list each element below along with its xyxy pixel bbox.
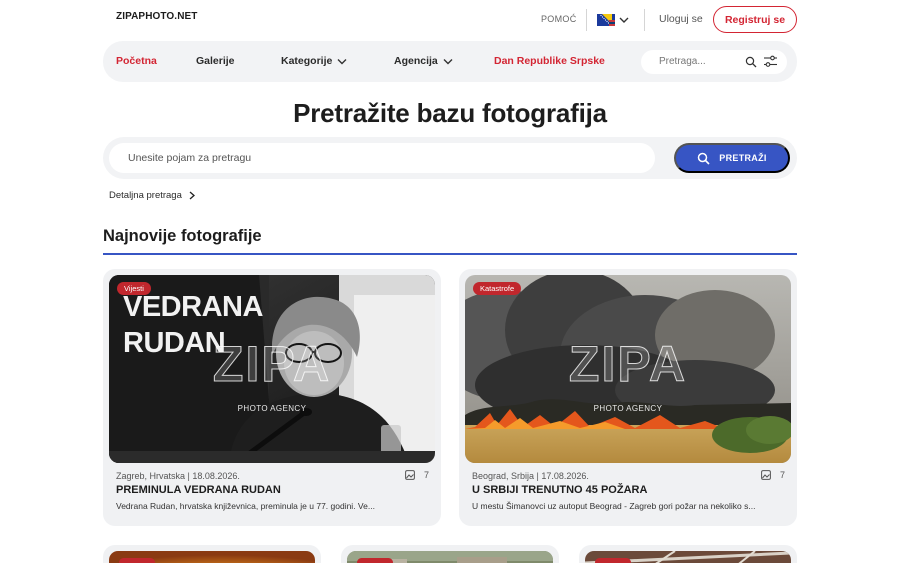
watermark-subtitle: PHOTO AGENCY	[593, 404, 663, 413]
chevron-right-icon	[189, 191, 195, 200]
nav-item-home[interactable]: Početna	[116, 55, 157, 67]
photo-card[interactable]	[341, 545, 559, 563]
nav-search-box[interactable]: Pretraga...	[641, 50, 787, 74]
site-logo[interactable]: ZIPAPHOTO.NET	[116, 11, 198, 22]
advanced-search-label: Detaljna pretraga	[109, 190, 182, 201]
category-badge[interactable]	[119, 558, 155, 563]
photo-title[interactable]: PREMINULA VEDRANA RUDAN	[116, 484, 281, 496]
photo-title[interactable]: U SRBIJI TRENUTNO 45 POŽARA	[472, 484, 647, 496]
nav-item-galleries[interactable]: Galerije	[196, 55, 235, 67]
main-nav: Početna Galerije Kategorije Agencija Dan…	[103, 41, 797, 82]
photo-count-value: 7	[423, 470, 429, 480]
category-badge[interactable]	[357, 558, 393, 563]
nav-item-label: Dan Republike Srpske	[494, 55, 605, 67]
watermark-logo: ZIPA	[568, 336, 688, 393]
gallery-icon	[761, 470, 771, 480]
language-selector[interactable]	[597, 12, 635, 28]
photo-card[interactable]: Katastrofe ZIPA PHOTO AGENCY Beograd, Sr…	[459, 269, 797, 526]
advanced-search-link[interactable]: Detaljna pretraga	[109, 190, 195, 201]
watermark-logo: ZIPA	[212, 336, 332, 393]
photo-thumbnail[interactable]	[109, 551, 315, 563]
top-bar: ZIPAPHOTO.NET POMOĆ Uloguj se Registruj …	[0, 0, 900, 40]
chevron-down-icon	[443, 58, 453, 64]
photo-thumbnail[interactable]	[585, 551, 791, 563]
photo-card[interactable]	[103, 545, 321, 563]
search-icon	[698, 152, 710, 165]
page-title: Pretražite bazu fotografija	[293, 98, 607, 128]
photo-count: 7	[405, 470, 429, 480]
divider	[644, 9, 645, 31]
watermark-subtitle: PHOTO AGENCY	[237, 404, 307, 413]
search-icon[interactable]	[745, 56, 757, 68]
photo-thumbnail[interactable]: VEDRANA RUDAN Vijesti ZIPA PHOTO AGENCY	[109, 275, 435, 463]
section-divider	[103, 253, 797, 255]
photo-description: U mestu Šimanovci uz autoput Beograd - Z…	[472, 501, 756, 511]
register-button[interactable]: Registruj se	[713, 6, 797, 33]
photo-count: 7	[761, 470, 785, 480]
main-search-field[interactable]: Unesite pojam za pretragu	[109, 143, 655, 173]
nav-item-label: Početna	[116, 55, 157, 67]
main-search-input[interactable]: Unesite pojam za pretragu	[128, 152, 251, 164]
divider	[586, 9, 587, 31]
login-link[interactable]: Uloguj se	[659, 13, 703, 25]
search-button-label: PRETRAŽI	[719, 153, 767, 163]
filter-sliders-icon[interactable]	[763, 55, 778, 68]
gallery-icon	[405, 470, 415, 480]
photo-card[interactable]: VEDRANA RUDAN Vijesti ZIPA PHOTO AGENCY …	[103, 269, 441, 526]
nav-item-label: Galerije	[196, 55, 235, 67]
main-search-bar: Unesite pojam za pretragu PRETRAŽI	[103, 137, 797, 179]
search-button[interactable]: PRETRAŽI	[674, 143, 790, 173]
photo-thumbnail[interactable]: Katastrofe ZIPA PHOTO AGENCY	[465, 275, 791, 463]
nav-item-label: Agencija	[394, 55, 438, 67]
nav-item-agency[interactable]: Agencija	[394, 55, 453, 67]
nav-item-categories[interactable]: Kategorije	[281, 55, 347, 67]
section-title: Najnovije fotografije	[103, 227, 262, 245]
photo-description: Vedrana Rudan, hrvatska književnica, pre…	[116, 501, 375, 511]
photo-count-value: 7	[779, 470, 785, 480]
nav-item-republic-day[interactable]: Dan Republike Srpske	[494, 55, 605, 67]
category-badge[interactable]: Vijesti	[117, 282, 151, 295]
photo-thumbnail[interactable]	[347, 551, 553, 563]
category-badge[interactable]: Katastrofe	[473, 282, 522, 295]
bosnia-flag-icon	[597, 14, 615, 26]
chevron-down-icon	[619, 17, 629, 23]
photo-card[interactable]	[579, 545, 797, 563]
chevron-down-icon	[337, 58, 347, 64]
photo-meta: Beograd, Srbija | 17.08.2026.	[472, 471, 589, 481]
nav-item-label: Kategorije	[281, 55, 333, 67]
category-badge[interactable]	[595, 558, 631, 563]
photo-meta: Zagreb, Hrvatska | 18.08.2026.	[116, 471, 240, 481]
nav-search-input[interactable]: Pretraga...	[659, 56, 706, 67]
help-link[interactable]: POMOĆ	[541, 14, 577, 24]
